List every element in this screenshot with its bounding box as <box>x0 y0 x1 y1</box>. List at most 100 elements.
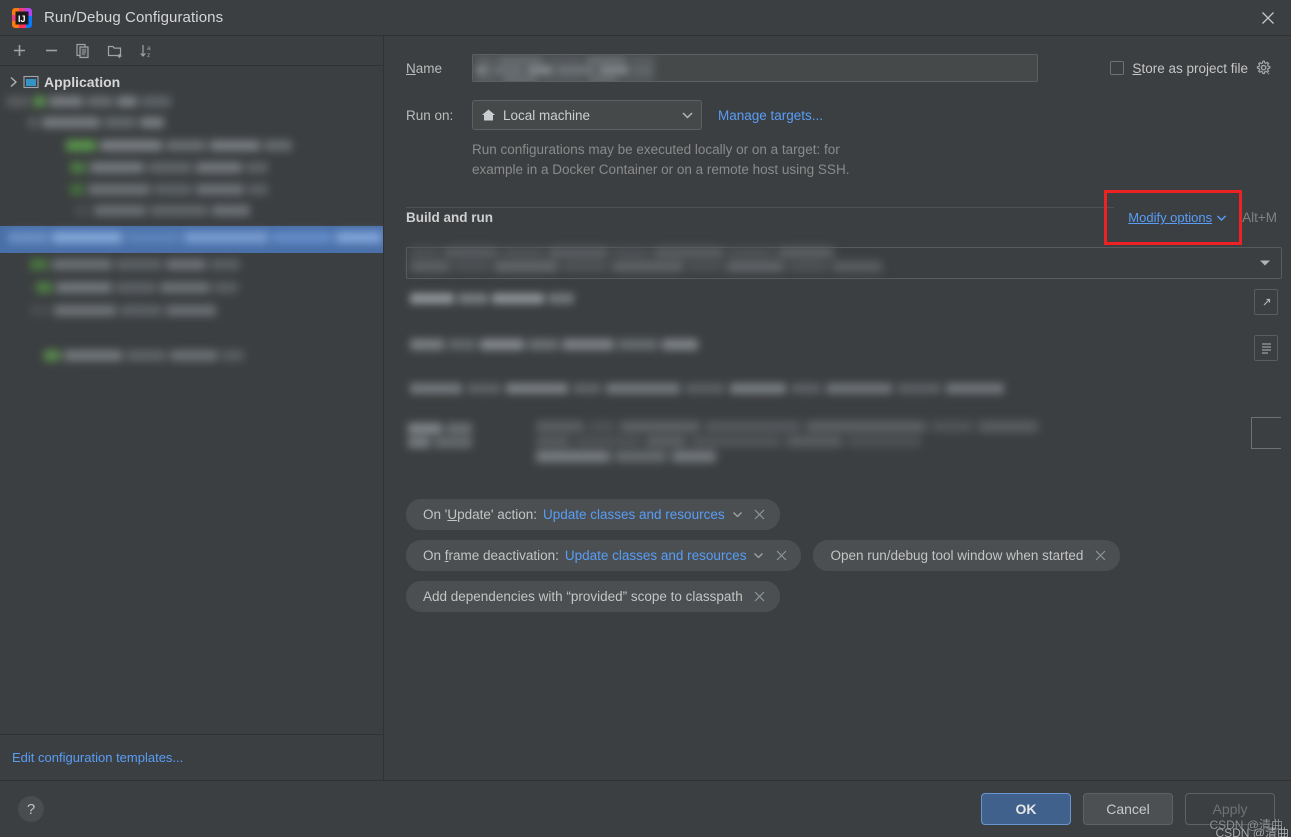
configurations-sidebar: a z Application Edit configuration templ… <box>0 36 384 780</box>
close-icon[interactable] <box>753 590 767 604</box>
chevron-down-icon[interactable] <box>679 111 695 119</box>
gear-dropdown-icon[interactable] <box>1256 60 1273 77</box>
close-icon[interactable] <box>1093 549 1107 563</box>
tree-row-selected-label <box>8 232 382 243</box>
chip-open-run-debug-tool-window[interactable]: Open run/debug tool window when started <box>813 540 1121 571</box>
tree-row-blurred[interactable] <box>70 162 268 173</box>
modify-options-button[interactable]: Modify options <box>1104 190 1243 245</box>
field-bracket <box>1251 417 1281 449</box>
blurred-text-row <box>410 293 574 304</box>
sidebar-toolbar: a z <box>0 36 383 66</box>
chevron-down-icon[interactable] <box>732 511 743 518</box>
blurred-text-row <box>410 247 1240 281</box>
svg-text:z: z <box>147 52 150 59</box>
chevron-down-icon[interactable] <box>1216 214 1227 222</box>
name-row: Name Store as project file <box>406 54 1277 82</box>
run-on-row: Run on: Local machine Manage targets... <box>406 100 1277 130</box>
footer-buttons: OK Cancel Apply <box>981 793 1275 825</box>
tree-row-selected[interactable] <box>0 226 383 253</box>
ok-button[interactable]: OK <box>981 793 1071 825</box>
run-on-value: Local machine <box>503 107 591 123</box>
window-title: Run/Debug Configurations <box>44 9 224 26</box>
tree-row-blurred[interactable] <box>28 117 164 128</box>
title-bar: IJ Run/Debug Configurations <box>0 0 1291 36</box>
tree-row-blurred[interactable] <box>30 305 216 316</box>
tree-row-blurred[interactable] <box>36 282 238 293</box>
cancel-button[interactable]: Cancel <box>1083 793 1173 825</box>
chip-on-frame-deactivation[interactable]: On frame deactivation: Update classes an… <box>406 540 802 571</box>
chip-label: Open run/debug tool window when started <box>830 548 1084 563</box>
chip-on-update-action[interactable]: On 'Update' action: Update classes and r… <box>406 499 780 530</box>
dialog-body: a z Application Edit configuration templ… <box>0 36 1291 780</box>
sort-alphabetically-icon[interactable]: a z <box>134 39 160 63</box>
blurred-text-row <box>408 423 472 448</box>
manage-targets-link[interactable]: Manage targets... <box>718 108 823 123</box>
close-icon[interactable] <box>753 508 767 522</box>
remove-configuration-button[interactable] <box>38 39 64 63</box>
apply-button[interactable]: Apply <box>1185 793 1275 825</box>
modify-options-link[interactable]: Modify options <box>1128 210 1212 225</box>
chip-row: Add dependencies with “provided” scope t… <box>406 581 780 612</box>
run-on-hint-line-2: example in a Docker Container or on a re… <box>472 162 850 177</box>
help-button[interactable]: ? <box>18 796 44 822</box>
store-as-project-file-checkbox[interactable] <box>1110 61 1125 75</box>
section-actions: Modify options Alt+M <box>1104 190 1277 245</box>
run-on-label: Run on: <box>406 107 454 123</box>
run-debug-configurations-dialog: IJ Run/Debug Configurations a z Applicat… <box>0 0 1291 837</box>
chevron-down-icon[interactable] <box>1256 255 1274 271</box>
build-and-run-title: Build and run <box>406 210 503 225</box>
home-icon <box>479 108 497 122</box>
name-label: Name <box>406 60 443 76</box>
store-as-project-file-group[interactable]: Store as project file <box>1110 60 1277 77</box>
tree-row-application[interactable]: Application <box>0 70 383 94</box>
tree-row-blurred[interactable] <box>66 140 292 151</box>
chevron-down-icon[interactable] <box>753 552 764 559</box>
tree-row-blurred[interactable] <box>74 205 250 216</box>
chip-label: On frame deactivation: <box>423 548 559 563</box>
build-and-run-section-header: Build and run Modify options Alt+M <box>406 190 1277 245</box>
build-and-run-fields-blurred[interactable] <box>406 239 1282 489</box>
tree-row-blurred[interactable] <box>6 96 171 107</box>
close-icon[interactable] <box>774 549 788 563</box>
chip-label: On 'Update' action: <box>423 507 537 522</box>
svg-text:a: a <box>147 45 151 52</box>
copy-configuration-button[interactable] <box>70 39 96 63</box>
chip-row: On 'Update' action: Update classes and r… <box>406 499 780 530</box>
blurred-text-row <box>536 421 1038 462</box>
chip-row: On frame deactivation: Update classes an… <box>406 540 1121 571</box>
run-on-hint: Run configurations may be executed local… <box>472 140 992 180</box>
chevron-right-icon[interactable] <box>4 76 22 88</box>
new-folder-button[interactable] <box>102 39 128 63</box>
csdn-watermark-shadow: CSDN @清曲 <box>1215 826 1289 837</box>
configuration-editor-panel: Name Store as project file Run on: Local… <box>384 36 1291 780</box>
tree-row-blurred[interactable] <box>70 184 268 195</box>
edit-templates-bar: Edit configuration templates... <box>0 734 383 780</box>
chip-label: Add dependencies with “provided” scope t… <box>423 589 743 604</box>
application-icon <box>22 75 40 89</box>
chip-value[interactable]: Update classes and resources <box>543 507 725 522</box>
add-configuration-button[interactable] <box>6 39 32 63</box>
blurred-text-row <box>410 339 698 350</box>
run-on-select[interactable]: Local machine <box>472 100 702 130</box>
expand-editor-icon[interactable] <box>1254 289 1278 315</box>
store-as-project-file-label[interactable]: Store as project file <box>1132 61 1248 76</box>
modify-options-shortcut: Alt+M <box>1242 210 1277 225</box>
options-chips: On 'Update' action: Update classes and r… <box>406 499 1277 612</box>
name-input-blurred-value <box>475 56 655 81</box>
svg-text:IJ: IJ <box>18 14 26 24</box>
edit-configuration-templates-link[interactable]: Edit configuration templates... <box>12 750 183 765</box>
chip-value[interactable]: Update classes and resources <box>565 548 747 563</box>
macro-list-icon[interactable] <box>1254 335 1278 361</box>
name-input[interactable] <box>472 54 1038 82</box>
tree-label-application: Application <box>44 74 121 90</box>
blurred-text-row <box>410 383 1004 394</box>
intellij-idea-logo-icon: IJ <box>12 7 32 28</box>
close-icon[interactable] <box>1245 0 1291 35</box>
chip-add-provided-dependencies[interactable]: Add dependencies with “provided” scope t… <box>406 581 780 612</box>
tree-row-blurred[interactable] <box>44 350 244 361</box>
name-label-rest: ame <box>415 60 443 76</box>
dialog-footer: ? OK Cancel Apply CSDN @清曲 CSDN @清曲 <box>0 780 1291 837</box>
tree-row-blurred[interactable] <box>30 259 240 270</box>
configurations-tree[interactable]: Application <box>0 66 383 734</box>
run-on-hint-line-1: Run configurations may be executed local… <box>472 142 840 157</box>
